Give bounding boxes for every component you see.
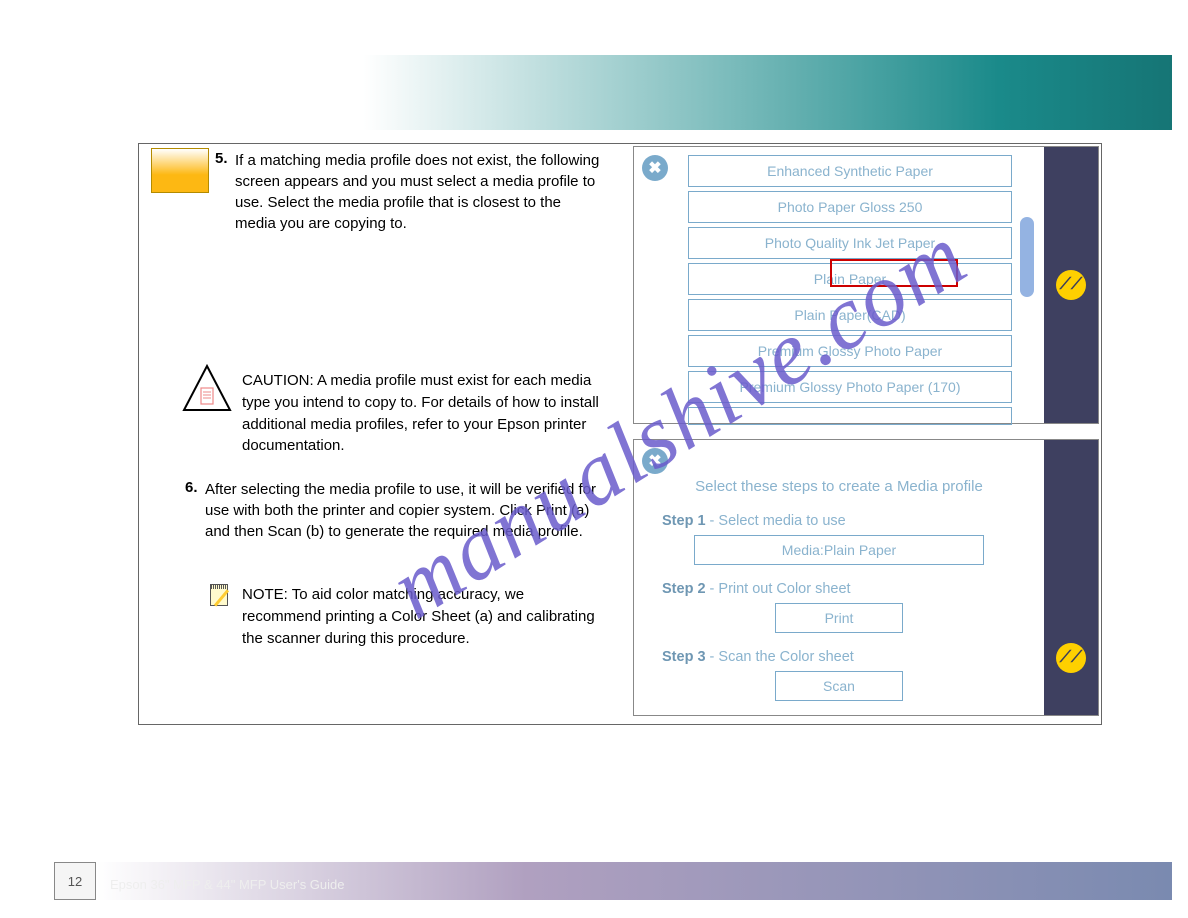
footer-text: Epson 36" MFP & 44" MFP User's Guide bbox=[110, 877, 345, 892]
print-button[interactable]: Print bbox=[775, 603, 903, 633]
close-icon[interactable]: ✖ bbox=[642, 155, 668, 181]
media-select-field[interactable]: Media:Plain Paper bbox=[694, 535, 984, 565]
step-2-label: Step 2 bbox=[662, 581, 706, 597]
header-band bbox=[17, 55, 1172, 130]
header-title: making copies bbox=[40, 76, 181, 102]
caution-text: CAUTION: A media profile must exist for … bbox=[242, 370, 602, 457]
paper-item-cropped[interactable] bbox=[688, 407, 1012, 425]
step-2-line: Step 2 - Print out Color sheet bbox=[662, 581, 1016, 597]
gradient-square-icon bbox=[151, 148, 209, 193]
step-3-label: Step 3 bbox=[662, 649, 706, 665]
attach-icon[interactable]: ⟋⟋ bbox=[1056, 270, 1086, 300]
paper-item[interactable]: Plain Paper(CAD) bbox=[688, 299, 1012, 331]
paper-item[interactable]: Photo Paper Gloss 250 bbox=[688, 191, 1012, 223]
section-6-number: 6. bbox=[185, 479, 198, 496]
paper-list-area: ✖ Enhanced Synthetic Paper Photo Paper G… bbox=[634, 147, 1044, 423]
note-text: NOTE: To aid color matching accuracy, we… bbox=[242, 584, 602, 649]
paper-item[interactable]: Premium Glossy Photo Paper bbox=[688, 335, 1012, 367]
note-icon bbox=[207, 582, 231, 608]
page-number: 12 bbox=[54, 862, 96, 900]
step-3-line: Step 3 - Scan the Color sheet bbox=[662, 649, 1016, 665]
step-1-text: - Select media to use bbox=[706, 513, 846, 529]
selection-highlight bbox=[830, 259, 958, 287]
close-icon[interactable]: ✖ bbox=[642, 448, 668, 474]
media-profile-panel: ✖ Select these steps to create a Media p… bbox=[633, 439, 1099, 716]
paper-item[interactable]: Photo Quality Ink Jet Paper bbox=[688, 227, 1012, 259]
profile-steps-area: ✖ Select these steps to create a Media p… bbox=[634, 440, 1044, 715]
caution-icon bbox=[182, 364, 232, 412]
step-1-line: Step 1 - Select media to use bbox=[662, 513, 1016, 529]
step-3-text: - Scan the Color sheet bbox=[706, 649, 854, 665]
paper-list: Enhanced Synthetic Paper Photo Paper Glo… bbox=[688, 155, 1012, 425]
side-toolbar: ⟋⟋ bbox=[1044, 440, 1098, 715]
section-5-number: 5. bbox=[215, 150, 228, 167]
step-1-label: Step 1 bbox=[662, 513, 706, 529]
paper-type-panel: ✖ Enhanced Synthetic Paper Photo Paper G… bbox=[633, 146, 1099, 424]
paper-item[interactable]: Enhanced Synthetic Paper bbox=[688, 155, 1012, 187]
section-6-text: After selecting the media profile to use… bbox=[205, 479, 600, 542]
scan-button[interactable]: Scan bbox=[775, 671, 903, 701]
attach-icon[interactable]: ⟋⟋ bbox=[1056, 643, 1086, 673]
step-2-text: - Print out Color sheet bbox=[706, 581, 851, 597]
section-5-text: If a matching media profile does not exi… bbox=[235, 150, 605, 234]
scrollbar-thumb[interactable] bbox=[1020, 217, 1034, 297]
paper-item[interactable]: Premium Glossy Photo Paper (170) bbox=[688, 371, 1012, 403]
side-toolbar: ⟋⟋ bbox=[1044, 147, 1098, 423]
profile-title: Select these steps to create a Media pro… bbox=[662, 478, 1016, 495]
